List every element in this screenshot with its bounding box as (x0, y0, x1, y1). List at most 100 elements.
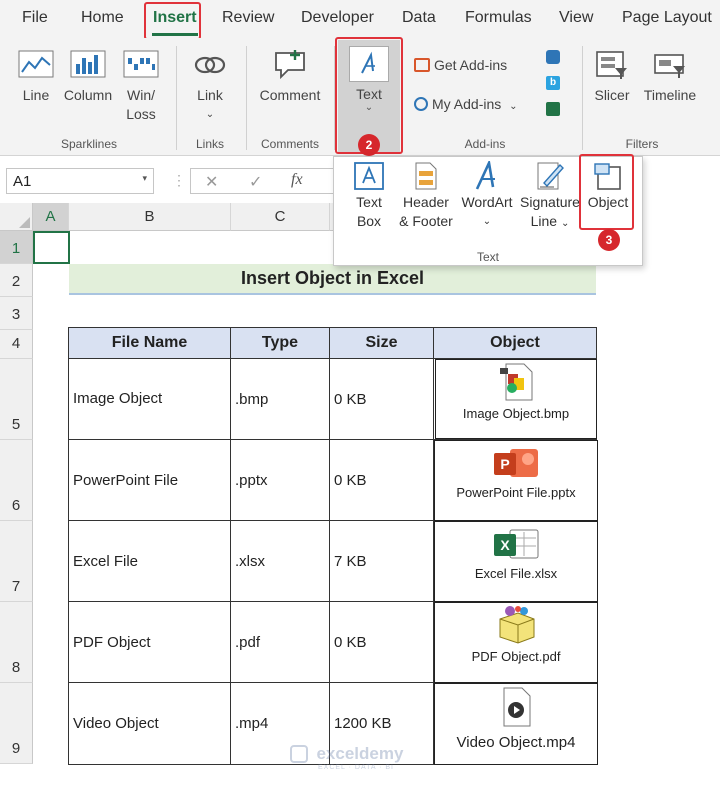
ribbon-tab-bar: File Home Insert Review Developer Data F… (0, 0, 720, 38)
slicer-icon (596, 51, 627, 79)
line-sparkline-button[interactable]: Line (14, 50, 58, 105)
more-icon: ⋮ (172, 172, 186, 188)
row-header[interactable]: 1 (0, 231, 33, 264)
cell-size[interactable]: 0 KB (330, 602, 434, 683)
visio-icon[interactable] (546, 50, 560, 64)
cell-size[interactable]: 0 KB (330, 359, 434, 440)
my-addins-button[interactable]: My Add-ins ⌄ (414, 95, 539, 116)
insert-function-button[interactable]: fx (291, 171, 303, 189)
header-footer-icon (415, 162, 437, 190)
cell-file-name[interactable]: Image Object (69, 359, 231, 440)
row-header[interactable]: 3 (0, 297, 33, 330)
wordart-icon (475, 161, 495, 190)
header-footer-menu-item[interactable]: Header & Footer (394, 161, 458, 231)
ribbon-separator (582, 46, 583, 150)
column-sparkline-icon (70, 50, 106, 78)
comment-icon (275, 50, 305, 80)
confirm-icon[interactable]: ✓ (249, 172, 262, 192)
formula-buttons: ✕ ✓ fx (190, 168, 334, 194)
column-sparkline-button[interactable]: Column (62, 50, 114, 105)
winloss-sparkline-icon (123, 50, 159, 78)
header-type: Type (231, 328, 330, 359)
links-group-label: Links (195, 137, 224, 151)
exceldemy-logo-icon (290, 745, 308, 763)
sparklines-group-label: Sparklines (60, 137, 118, 151)
slicer-button[interactable]: Slicer (590, 50, 634, 105)
row-header[interactable]: 6 (0, 440, 33, 521)
cancel-icon[interactable]: ✕ (205, 172, 218, 192)
timeline-icon (654, 54, 685, 78)
line-sparkline-icon (18, 50, 54, 78)
tab-data[interactable]: Data (402, 9, 436, 27)
video-file-icon (503, 687, 531, 727)
filters-group-label: Filters (625, 137, 659, 151)
cell-file-name[interactable]: Video Object (69, 683, 231, 765)
highlight-object-item (579, 154, 634, 230)
select-all-corner[interactable] (0, 203, 33, 231)
cell-file-name[interactable]: PowerPoint File (69, 440, 231, 521)
comment-button[interactable]: Comment (254, 48, 326, 105)
cell-type[interactable]: .pptx (231, 440, 330, 521)
sheet-title: Insert Object in Excel (69, 264, 596, 295)
timeline-button[interactable]: Timeline (640, 50, 700, 105)
tab-review[interactable]: Review (222, 9, 274, 27)
header-file-name: File Name (69, 328, 231, 359)
signature-line-menu-item[interactable]: Signature Line ⌄ (518, 161, 582, 233)
ribbon-separator (176, 46, 177, 150)
column-header-a[interactable]: A (33, 203, 69, 231)
store-icon (414, 58, 430, 72)
name-box[interactable]: A1 ▾ (6, 168, 154, 194)
tab-view[interactable]: View (559, 9, 593, 27)
cell-size[interactable]: 7 KB (330, 521, 434, 602)
row-header[interactable]: 9 (0, 683, 33, 764)
addin-icon (414, 97, 428, 111)
row-header[interactable]: 2 (0, 264, 33, 297)
tab-home[interactable]: Home (81, 9, 124, 27)
row-header[interactable]: 7 (0, 521, 33, 602)
tab-file[interactable]: File (22, 9, 48, 27)
people-graph-icon[interactable] (546, 102, 560, 116)
wordart-menu-item[interactable]: WordArt ⌄ (456, 161, 518, 231)
chevron-down-icon: ⌄ (560, 218, 570, 229)
watermark: exceldemy EXCEL · DATA · BI (290, 744, 403, 771)
row-header[interactable]: 4 (0, 330, 33, 359)
tab-formulas[interactable]: Formulas (465, 9, 532, 27)
row-header[interactable]: 5 (0, 359, 33, 440)
step-badge-2: 2 (358, 134, 380, 156)
column-header-b[interactable]: B (69, 203, 231, 231)
embedded-object-excel[interactable]: X Excel File.xlsx (434, 521, 598, 602)
get-addins-button[interactable]: Get Add-ins (414, 56, 524, 75)
excel-file-icon: X (494, 529, 539, 559)
cell-size[interactable]: 0 KB (330, 440, 434, 521)
link-icon (194, 56, 226, 74)
step-badge-3: 3 (598, 229, 620, 251)
header-size: Size (330, 328, 434, 359)
svg-text:X: X (500, 537, 510, 553)
cell-type[interactable]: .xlsx (231, 521, 330, 602)
addins-group-label: Add-ins (464, 137, 506, 151)
chevron-down-icon: ⌄ (205, 109, 215, 120)
text-box-menu-item[interactable]: Text Box (344, 161, 394, 231)
ribbon-separator (246, 46, 247, 150)
chevron-down-icon: ⌄ (482, 216, 492, 227)
embedded-object-image[interactable]: Image Object.bmp (435, 359, 597, 439)
winloss-sparkline-button[interactable]: Win/ Loss (120, 50, 162, 124)
powerpoint-file-icon: P (494, 449, 538, 477)
link-button[interactable]: Link ⌄ (186, 50, 234, 124)
cell-type[interactable]: .bmp (231, 359, 330, 440)
cell-type[interactable]: .pdf (231, 602, 330, 683)
embedded-object-powerpoint[interactable]: P PowerPoint File.pptx (434, 440, 598, 521)
tab-page-layout[interactable]: Page Layout (622, 9, 712, 27)
tab-developer[interactable]: Developer (301, 9, 374, 27)
dropdown-arrow-icon: ▾ (142, 173, 147, 183)
bing-maps-icon[interactable]: b (546, 76, 560, 90)
embedded-object-pdf[interactable]: PDF Object.pdf (434, 602, 598, 683)
row-header[interactable]: 8 (0, 602, 33, 683)
column-header-c[interactable]: C (231, 203, 330, 231)
text-group-label: Text (476, 250, 499, 264)
selected-cell-a1[interactable] (33, 231, 70, 264)
cell-file-name[interactable]: PDF Object (69, 602, 231, 683)
embedded-object-video[interactable]: Video Object.mp4 (434, 683, 598, 765)
svg-text:P: P (500, 456, 509, 472)
cell-file-name[interactable]: Excel File (69, 521, 231, 602)
